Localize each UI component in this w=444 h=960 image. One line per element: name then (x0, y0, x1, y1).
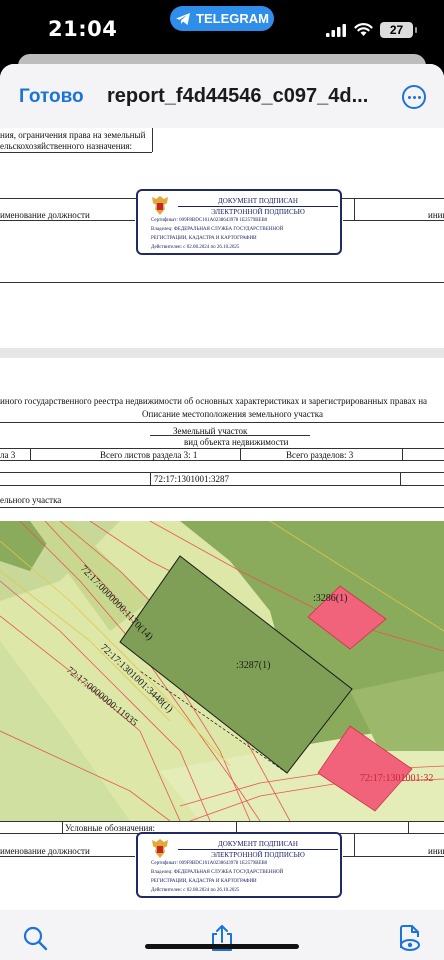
initials-label: иниц (428, 210, 444, 220)
cadastral-map[interactable]: :3287(1) :3286(1) 72:17:1301001:32 72:17… (0, 521, 444, 821)
stamp-subtitle: ЭЛЕКТРОННОЙ ПОДПИСЬЮ (211, 851, 305, 859)
stamp-separator (178, 206, 338, 207)
table-border (408, 821, 409, 833)
table-border (150, 435, 310, 436)
more-icon-dot (412, 95, 416, 99)
stamp-certificate: Сертификат: 009F8BDC161A0238643978 1E257… (151, 861, 268, 866)
stamp-certificate: Сертификат: 009F8BDC161A0238643978 1E257… (151, 218, 268, 223)
cellular-signal-icon (326, 24, 346, 37)
home-indicator (145, 944, 299, 949)
table-border (343, 220, 444, 221)
digital-signature-stamp: ДОКУМЕНТ ПОДПИСАН ЭЛЕКТРОННОЙ ПОДПИСЬЮ С… (136, 832, 342, 898)
back-app-label: TELEGRAM (196, 11, 269, 26)
table-border (150, 472, 151, 485)
page-header: иного государственного реестра недвижимо… (0, 396, 428, 406)
navigation-bar: Готово report_f4d44546_c097_4d... (0, 64, 444, 128)
position-label: именование должности (0, 846, 90, 856)
status-time: 21:04 (48, 17, 118, 41)
more-icon-dot (407, 95, 411, 99)
coat-of-arms-icon (152, 839, 168, 858)
table-border (0, 485, 444, 486)
coat-of-arms-icon (152, 196, 168, 215)
parcel-top-label: :3286(1) (313, 593, 347, 604)
plot-label: ельного участка (0, 495, 62, 505)
stamp-title: ДОКУМЕНТ ПОДПИСАН (218, 840, 298, 848)
stamp-validity: Действителен: с 02.08.2024 по 26.10.2025 (151, 888, 240, 893)
bottom-toolbar (0, 910, 444, 960)
table-border (400, 472, 401, 485)
table-border (240, 448, 241, 460)
table-border (152, 128, 153, 152)
stamp-owner: Владелец: ФЕДЕРАЛЬНАЯ СЛУЖБА ГОСУДАРСТВЕ… (151, 870, 284, 875)
more-icon-dot (417, 95, 421, 99)
table-border (0, 152, 152, 153)
table-border (0, 856, 135, 857)
search-icon[interactable] (22, 924, 48, 952)
table-border (0, 460, 444, 461)
document-viewer: Готово report_f4d44546_c097_4d... ния, о… (0, 64, 444, 960)
stamp-validity: Действителен: с 02.08.2024 по 26.10.2025 (151, 245, 240, 250)
wifi-icon (354, 23, 373, 36)
table-border (0, 220, 135, 221)
sections-count: Всего разделов: 3 (286, 450, 354, 460)
parcel-bottom-label: 72:17:1301001:32 (360, 773, 433, 784)
stamp-owner: Владелец: ФЕДЕРАЛЬНАЯ СЛУЖБА ГОСУДАРСТВЕ… (151, 227, 284, 232)
stamp-owner: РЕГИСТРАЦИИ, КАДАСТРА И КАРТОГРАФИИ (151, 236, 257, 241)
table-border (354, 198, 355, 220)
doc-text-line: ния, ограничения права на земельный (0, 130, 146, 140)
parcel-main-label: :3287(1) (236, 660, 270, 671)
stamp-subtitle: ЭЛЕКТРОННОЙ ПОДПИСЬЮ (211, 208, 305, 216)
digital-signature-stamp: ДОКУМЕНТ ПОДПИСАН ЭЛЕКТРОННОЙ ПОДПИСЬЮ С… (136, 189, 342, 255)
table-border (0, 821, 444, 822)
markup-icon[interactable] (396, 924, 422, 952)
table-border (0, 448, 444, 449)
table-border (402, 448, 403, 460)
table-border (0, 507, 444, 508)
status-bar: 21:04 TELEGRAM 27 (0, 0, 444, 56)
position-label: именование должности (0, 210, 90, 220)
more-options-button[interactable] (402, 85, 426, 109)
table-border (354, 833, 355, 856)
table-border (0, 422, 444, 423)
cadastral-number: 72:17:1301001:3287 (154, 474, 230, 484)
done-button[interactable]: Готово (19, 86, 84, 108)
table-border (343, 856, 444, 857)
table-border (0, 282, 444, 283)
document-content[interactable]: ния, ограничения права на земельный ельс… (0, 128, 444, 910)
table-border (0, 472, 444, 473)
table-border (30, 448, 31, 460)
back-to-app-button[interactable]: TELEGRAM (170, 6, 274, 31)
section-label: ла 3 (0, 450, 16, 460)
sheets-count: Всего листов раздела 3: 1 (100, 450, 198, 460)
page-subheader: Описание местоположения земельного участ… (142, 409, 323, 419)
table-border (62, 821, 63, 833)
battery-indicator: 27 (380, 22, 417, 38)
doc-text-line: ельскохозяйственного назначения: (0, 141, 133, 151)
document-page: ния, ограничения права на земельный ельс… (0, 128, 444, 348)
telegram-icon (176, 12, 191, 25)
stamp-owner: РЕГИСТРАЦИИ, КАДАСТРА И КАРТОГРАФИИ (151, 879, 257, 884)
document-title: report_f4d44546_c097_4d... (107, 85, 369, 107)
stamp-title: ДОКУМЕНТ ПОДПИСАН (218, 197, 298, 205)
document-page: иного государственного реестра недвижимо… (0, 358, 444, 910)
stamp-separator (178, 849, 338, 850)
object-caption: вид объекта недвижимости (184, 437, 289, 447)
initials-label: иниц (428, 846, 444, 856)
